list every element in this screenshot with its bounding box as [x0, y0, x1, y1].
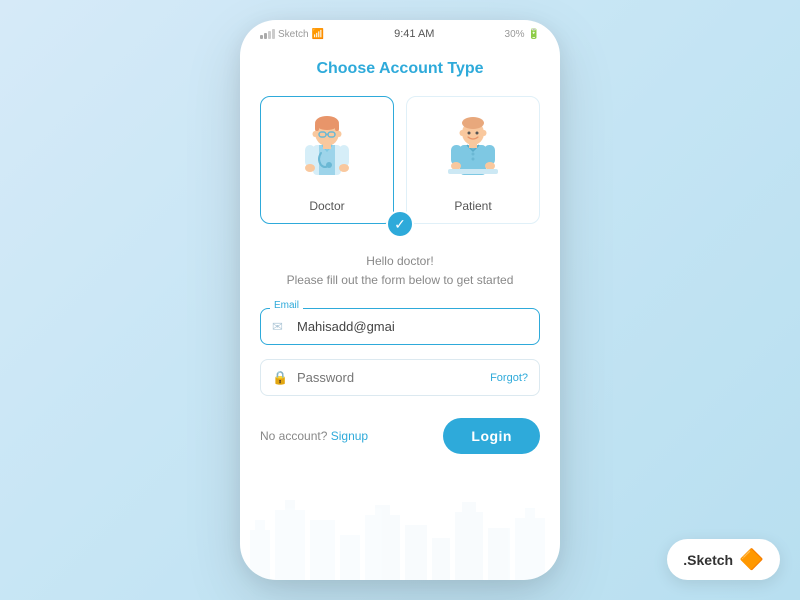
login-button[interactable]: Login: [443, 418, 540, 454]
wifi-icon: 📶: [312, 29, 324, 40]
email-field-group: Email ✉: [260, 308, 540, 345]
page-title: Choose Account Type: [316, 60, 483, 78]
greeting-line2: Please fill out the form below to get st…: [287, 271, 514, 290]
email-input[interactable]: [260, 308, 540, 345]
phone-content: Choose Account Type: [240, 48, 560, 580]
forgot-link[interactable]: Forgot?: [490, 372, 528, 384]
account-type-selector: Doctor ✓: [260, 96, 540, 224]
city-silhouette: [240, 500, 560, 580]
no-account-text: No account? Signup: [260, 429, 368, 443]
selected-badge: ✓: [386, 210, 414, 238]
phone-frame: Sketch 📶 9:41 AM 30% 🔋 Choose Account Ty…: [240, 20, 560, 580]
email-icon: ✉: [272, 319, 283, 335]
battery-icon: 🔋: [528, 29, 540, 40]
status-left: Sketch 📶: [260, 29, 324, 40]
greeting-text: Hello doctor! Please fill out the form b…: [287, 252, 514, 290]
patient-avatar: [438, 111, 508, 191]
greeting-line1: Hello doctor!: [287, 252, 514, 271]
status-bar: Sketch 📶 9:41 AM 30% 🔋: [240, 20, 560, 48]
doctor-card[interactable]: Doctor: [260, 96, 394, 224]
carrier-name: Sketch: [278, 29, 309, 40]
password-field-group: 🔒 Forgot?: [260, 359, 540, 396]
sketch-badge: .Sketch 🔶: [667, 539, 780, 580]
doctor-avatar: [292, 111, 362, 191]
bottom-row: No account? Signup Login: [260, 418, 540, 454]
signal-icon: [260, 29, 275, 39]
status-time: 9:41 AM: [394, 28, 434, 40]
patient-label: Patient: [454, 199, 491, 213]
sketch-icon: 🔶: [739, 547, 764, 572]
sketch-label: .Sketch: [683, 552, 733, 568]
email-label: Email: [270, 300, 303, 311]
lock-icon: 🔒: [272, 370, 288, 386]
battery-label: 30%: [505, 29, 525, 40]
status-right: 30% 🔋: [505, 29, 540, 40]
patient-card[interactable]: Patient: [406, 96, 540, 224]
signup-link[interactable]: Signup: [331, 429, 368, 443]
doctor-label: Doctor: [309, 199, 344, 213]
